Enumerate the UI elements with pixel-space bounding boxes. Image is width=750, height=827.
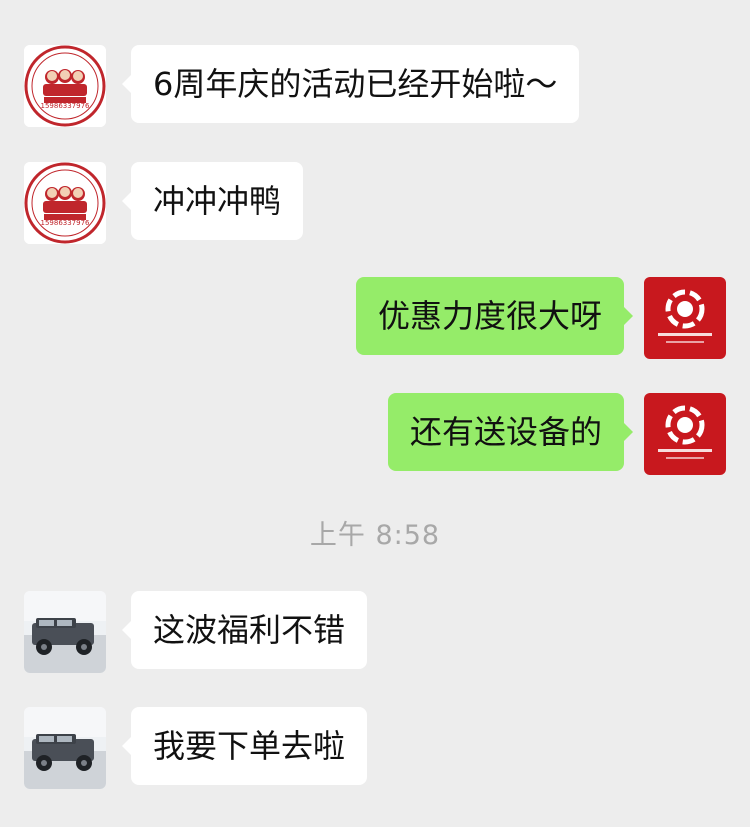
brand-logo-icon <box>644 277 726 359</box>
brand-logo-avatar[interactable] <box>644 393 726 475</box>
message-bubble[interactable]: 6周年庆的活动已经开始啦～ <box>121 45 580 123</box>
car-photo-avatar[interactable] <box>24 707 106 789</box>
car-photo-avatar[interactable] <box>24 591 106 673</box>
message-bubble[interactable]: 还有送设备的 <box>387 393 634 471</box>
svg-text:15986337976: 15986337976 <box>41 219 91 227</box>
brand-logo-avatar[interactable] <box>644 277 726 359</box>
chat-view: 15986337976 6周年庆的活动已经开始啦～ 15986337976 冲冲… <box>0 0 750 827</box>
seal-logo-icon: 15986337976 <box>24 162 106 244</box>
seal-avatar[interactable]: 15986337976 <box>24 45 106 127</box>
message-bubble[interactable]: 这波福利不错 <box>121 591 368 669</box>
message-bubble[interactable]: 冲冲冲鸭 <box>121 162 304 240</box>
seal-avatar[interactable]: 15986337976 <box>24 162 106 244</box>
seal-logo-icon: 15986337976 <box>24 45 106 127</box>
car-photo-icon <box>24 591 106 673</box>
brand-logo-icon <box>644 393 726 475</box>
svg-text:15986337976: 15986337976 <box>41 102 91 110</box>
message-bubble[interactable]: 优惠力度很大呀 <box>355 277 634 355</box>
car-photo-icon <box>24 707 106 789</box>
message-timestamp: 上午 8:58 <box>309 520 441 551</box>
message-bubble[interactable]: 我要下单去啦 <box>121 707 368 785</box>
